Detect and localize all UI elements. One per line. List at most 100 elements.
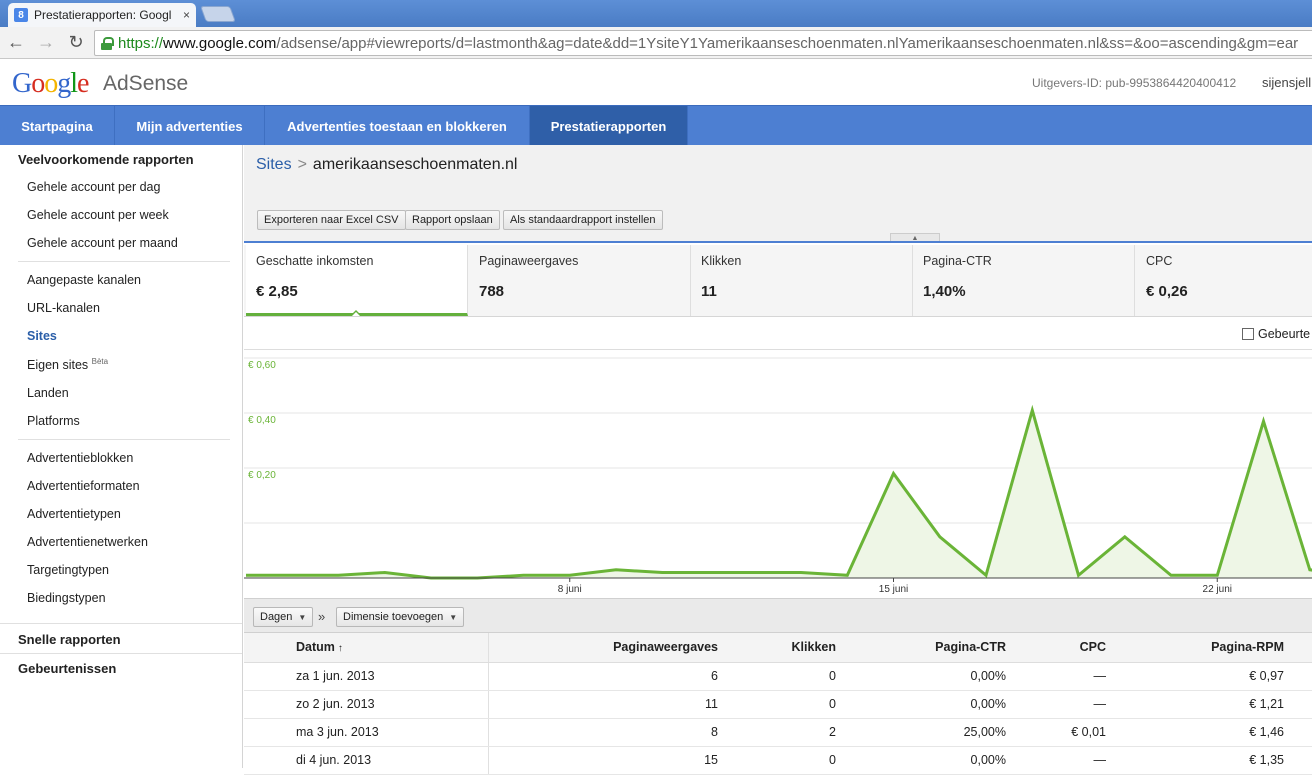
scorecard-pageviews[interactable]: Paginaweergaves 788 (469, 245, 691, 316)
app-header: Google AdSense Uitgevers-ID: pub-9953864… (0, 60, 1312, 105)
cell-pagina-rpm: € 1,46 (1116, 718, 1312, 747)
report-table: Datum ↑ Paginaweergaves Klikken Pagina-CT… (244, 633, 1312, 775)
dropdown-label: Dimensie toevoegen (343, 611, 444, 623)
sidebar-item-eigen-sites[interactable]: Eigen sites Bèta (27, 357, 108, 372)
scorecard-earnings[interactable]: Geschatte inkomsten € 2,85 (246, 245, 468, 316)
scorecard-cpc[interactable]: CPC € 0,26 (1136, 245, 1312, 316)
tab-title: Prestatierapporten: Googl (34, 8, 172, 22)
cell-datum: zo 2 jun. 2013 (244, 690, 489, 719)
back-arrow-icon[interactable]: ← (2, 29, 30, 57)
sidebar-item-per-week[interactable]: Gehele account per week (27, 208, 169, 222)
sidebar-item-url-kanalen[interactable]: URL-kanalen (27, 301, 100, 315)
browser-tabstrip: 8 Prestatierapporten: Googl × (0, 0, 1312, 27)
product-name: AdSense (103, 72, 189, 95)
cell-pagina-rpm: € 1,35 (1116, 746, 1312, 775)
sidebar-item-platforms[interactable]: Platforms (27, 414, 80, 428)
cell-paginaweergaves: 11 (488, 690, 728, 719)
sidebar-item-advertentieblokken[interactable]: Advertentieblokken (27, 451, 133, 465)
scorecard-value: 11 (701, 283, 717, 300)
sidebar-heading-snelle-rapporten[interactable]: Snelle rapporten (18, 632, 121, 647)
column-header-klikken[interactable]: Klikken (728, 633, 846, 663)
column-header-datum[interactable]: Datum ↑ (244, 633, 489, 663)
sidebar-item-biedingstypen[interactable]: Biedingstypen (27, 591, 106, 605)
table-row: za 1 jun. 2013 6 0 0,00% — € 0,97 (244, 662, 1312, 691)
sidebar-divider (18, 261, 230, 262)
x-tick-label: 8 juni (558, 584, 582, 595)
export-csv-button[interactable]: Exporteren naar Excel CSV (257, 210, 406, 230)
browser-tab[interactable]: 8 Prestatierapporten: Googl × (8, 3, 196, 27)
cell-klikken: 0 (728, 662, 846, 691)
scorecard-ctr[interactable]: Pagina-CTR 1,40% (913, 245, 1135, 316)
save-report-button[interactable]: Rapport opslaan (405, 210, 500, 230)
close-icon[interactable]: × (183, 8, 190, 22)
sidebar-item-targetingtypen[interactable]: Targetingtypen (27, 563, 109, 577)
breadcrumb: Sites > amerikaanseschoenmaten.nl (256, 156, 517, 174)
earnings-chart[interactable]: € 0,20€ 0,40€ 0,60€ 0,808 juni15 juni22 … (244, 350, 1312, 600)
cell-paginaweergaves: 6 (488, 662, 728, 691)
column-header-pagina-ctr[interactable]: Pagina-CTR (846, 633, 1016, 663)
account-menu[interactable]: sijensjell (1262, 75, 1311, 90)
table-row: di 4 jun. 2013 15 0 0,00% — € 1,35 (244, 746, 1312, 775)
cell-pagina-ctr: 0,00% (846, 690, 1016, 719)
events-label: Gebeurte (1258, 327, 1311, 341)
sort-ascending-icon: ↑ (337, 643, 343, 655)
column-header-cpc[interactable]: CPC (1016, 633, 1116, 663)
browser-toolbar: ← → ↻ https://www.google.com/adsense/app… (0, 27, 1312, 59)
forward-arrow-icon[interactable]: → (32, 29, 60, 57)
cell-cpc: — (1016, 662, 1116, 691)
events-toggle[interactable]: Gebeurte (1242, 327, 1310, 341)
cell-paginaweergaves: 15 (488, 746, 728, 775)
sidebar-item-sites[interactable]: Sites (27, 329, 57, 343)
column-header-paginaweergaves[interactable]: Paginaweergaves (488, 633, 728, 663)
add-dimension-dropdown[interactable]: Dimensie toevoegen ▼ (336, 607, 465, 627)
sidebar-item-advertentietypen[interactable]: Advertentietypen (27, 507, 121, 521)
cell-pagina-rpm: € 0,97 (1116, 662, 1312, 691)
dimension-dropdown[interactable]: Dagen ▼ (253, 607, 314, 627)
sidebar-heading-common[interactable]: Veelvoorkomende rapporten (18, 152, 194, 167)
x-tick-label: 22 juni (1203, 584, 1232, 595)
sidebar-item-label: Eigen sites (27, 358, 89, 373)
address-bar[interactable]: https://www.google.com/adsense/app#viewr… (94, 30, 1312, 56)
tab-startpagina[interactable]: Startpagina (0, 106, 115, 146)
table-header-row: Datum ↑ Paginaweergaves Klikken Pagina-CT… (244, 633, 1312, 663)
new-tab-button[interactable] (200, 6, 236, 22)
url-path: /adsense/app#viewreports/d=lastmonth&ag=… (276, 34, 1299, 52)
active-notch-icon (350, 310, 362, 316)
series-line (246, 404, 1312, 580)
dropdown-label: Dagen (260, 611, 293, 623)
cell-datum: ma 3 jun. 2013 (244, 718, 489, 747)
y-tick-label: € 0,60 (248, 360, 276, 371)
cell-klikken: 0 (728, 690, 846, 719)
sidebar-item-landen[interactable]: Landen (27, 386, 69, 400)
breadcrumb-sites-link[interactable]: Sites (256, 156, 292, 173)
google-logo[interactable]: Google (12, 68, 89, 100)
double-arrow-icon: » (318, 609, 326, 624)
reload-icon[interactable]: ↻ (62, 29, 90, 57)
google-favicon-icon: 8 (14, 8, 28, 22)
cell-pagina-ctr: 0,00% (846, 662, 1016, 691)
scorecard-label: Geschatte inkomsten (256, 254, 374, 268)
chevron-down-icon: ▼ (449, 612, 458, 622)
tab-prestatierapporten[interactable]: Prestatierapporten (530, 106, 688, 146)
sidebar-item-advertentienetwerken[interactable]: Advertentienetwerken (27, 535, 148, 549)
sidebar-item-per-dag[interactable]: Gehele account per dag (27, 180, 160, 194)
table-toolbar: Dagen ▼ » Dimensie toevoegen ▼ (244, 598, 1312, 633)
sidebar-heading-gebeurtenissen[interactable]: Gebeurtenissen (18, 661, 116, 676)
scorecard-label: Pagina-CTR (923, 254, 992, 268)
set-default-report-button[interactable]: Als standaardrapport instellen (503, 210, 663, 230)
breadcrumb-current: amerikaanseschoenmaten.nl (312, 156, 518, 173)
sidebar-item-per-maand[interactable]: Gehele account per maand (27, 236, 178, 250)
scorecard-value: € 2,85 (256, 283, 298, 300)
scorecard-clicks[interactable]: Klikken 11 (691, 245, 913, 316)
tab-advertenties-toestaan[interactable]: Advertenties toestaan en blokkeren (265, 106, 530, 146)
sidebar-item-aangepaste-kanalen[interactable]: Aangepaste kanalen (27, 273, 141, 287)
sidebar-divider (0, 623, 242, 624)
x-tick-label: 15 juni (879, 584, 908, 595)
sidebar-item-advertentieformaten[interactable]: Advertentieformaten (27, 479, 140, 493)
table-row: ma 3 jun. 2013 8 2 25,00% € 0,01 € 1,46 (244, 718, 1312, 747)
sidebar-divider (18, 439, 230, 440)
events-checkbox[interactable] (1242, 328, 1254, 340)
cell-pagina-ctr: 0,00% (846, 746, 1016, 775)
tab-mijn-advertenties[interactable]: Mijn advertenties (115, 106, 265, 146)
column-header-pagina-rpm[interactable]: Pagina-RPM (1116, 633, 1312, 663)
